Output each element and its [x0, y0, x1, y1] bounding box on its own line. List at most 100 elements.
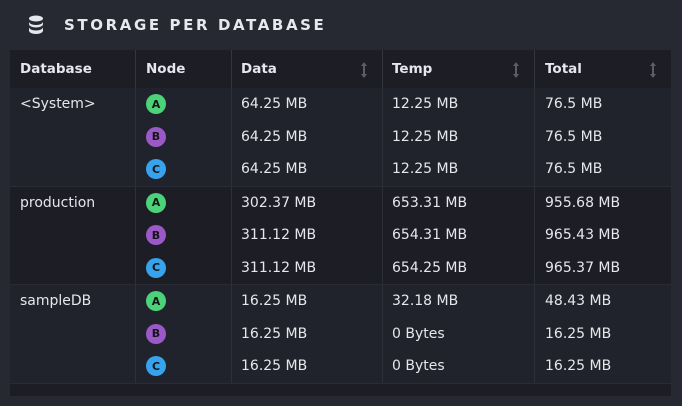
temp-cell-text: 654.31 MB: [392, 227, 468, 244]
data-cell-text: 302.37 MB: [241, 194, 317, 211]
data-cell: 64.25 MB: [231, 153, 382, 186]
total-cell: 76.5 MB: [534, 153, 671, 186]
data-cell-text: 16.25 MB: [241, 293, 308, 310]
table-row[interactable]: B 311.12 MB 654.31 MB 965.43 MB: [10, 219, 671, 252]
table-header: Database Node Data Temp Total: [10, 50, 671, 88]
data-cell: 311.12 MB: [231, 219, 382, 252]
column-header-node[interactable]: Node: [135, 50, 231, 88]
node-badge-a: A: [146, 94, 166, 115]
node-badge-c: C: [146, 356, 166, 377]
column-header-temp[interactable]: Temp: [382, 50, 534, 88]
data-cell-text: 64.25 MB: [241, 96, 308, 113]
database-cell-text: sampleDB: [20, 293, 92, 310]
temp-cell: 32.18 MB: [382, 285, 534, 318]
node-cell: B: [135, 317, 231, 350]
temp-cell-text: 12.25 MB: [392, 128, 459, 145]
node-cell: B: [135, 120, 231, 153]
temp-cell: 653.31 MB: [382, 186, 534, 219]
total-cell-text: 955.68 MB: [545, 194, 621, 211]
sort-icon[interactable]: [512, 61, 520, 79]
database-cell: sampleDB: [10, 285, 135, 318]
total-cell-text: 965.37 MB: [545, 259, 621, 276]
column-header-data[interactable]: Data: [231, 50, 382, 88]
database-cell-text: <System>: [20, 96, 96, 113]
temp-cell-text: 654.25 MB: [392, 259, 468, 276]
database-cell: [10, 153, 135, 186]
sort-icon[interactable]: [649, 61, 657, 79]
temp-cell: 12.25 MB: [382, 88, 534, 121]
node-badge-b: B: [146, 225, 166, 246]
node-badge-b: B: [146, 126, 166, 147]
data-cell: 16.25 MB: [231, 285, 382, 318]
data-cell-text: 16.25 MB: [241, 358, 308, 375]
total-cell-text: 76.5 MB: [545, 161, 603, 178]
node-badge-c: C: [146, 159, 166, 180]
node-cell: C: [135, 153, 231, 186]
data-cell-text: 311.12 MB: [241, 259, 317, 276]
total-cell: 16.25 MB: [534, 350, 671, 383]
column-header-total-label: Total: [545, 61, 582, 77]
database-cell: production: [10, 187, 135, 220]
total-cell: 76.5 MB: [534, 88, 671, 121]
database-cell: [10, 219, 135, 252]
temp-cell: 0 Bytes: [382, 350, 534, 383]
database-cell: [10, 252, 135, 285]
total-cell: 965.43 MB: [534, 219, 671, 252]
temp-cell-text: 12.25 MB: [392, 96, 459, 113]
node-cell: A: [135, 88, 231, 121]
table-row[interactable]: C 311.12 MB 654.25 MB 965.37 MB: [10, 251, 671, 285]
node-badge-a: A: [146, 192, 166, 213]
total-cell-text: 16.25 MB: [545, 358, 612, 375]
table-row[interactable]: C 16.25 MB 0 Bytes 16.25 MB: [10, 350, 671, 384]
temp-cell: 12.25 MB: [382, 153, 534, 186]
table-row[interactable]: B 16.25 MB 0 Bytes 16.25 MB: [10, 317, 671, 351]
node-badge-c: C: [146, 257, 166, 278]
column-header-data-label: Data: [241, 61, 277, 77]
temp-cell: 12.25 MB: [382, 120, 534, 153]
node-cell: C: [135, 251, 231, 284]
data-cell: 16.25 MB: [231, 350, 382, 383]
temp-cell: 654.31 MB: [382, 219, 534, 252]
table-row[interactable]: B 64.25 MB 12.25 MB 76.5 MB: [10, 120, 671, 153]
sort-icon[interactable]: [360, 61, 368, 79]
storage-panel: STORAGE PER DATABASE Database Node Data …: [0, 0, 682, 406]
database-icon: [28, 15, 44, 35]
data-cell: 16.25 MB: [231, 317, 382, 350]
node-badge-a: A: [146, 291, 166, 312]
temp-cell-text: 12.25 MB: [392, 161, 459, 178]
total-cell: 955.68 MB: [534, 186, 671, 219]
database-cell: <System>: [10, 88, 135, 121]
total-cell: 48.43 MB: [534, 285, 671, 318]
temp-cell: 0 Bytes: [382, 317, 534, 350]
total-cell-text: 16.25 MB: [545, 325, 612, 342]
column-header-temp-label: Temp: [392, 61, 433, 77]
data-cell-text: 64.25 MB: [241, 161, 308, 178]
temp-cell-text: 32.18 MB: [392, 293, 459, 310]
table-body: <System> A 64.25 MB 12.25 MB 76.5 MB B 64.25 M…: [10, 88, 671, 384]
table-row[interactable]: sampleDB A 16.25 MB 32.18 MB 48.43 MB: [10, 285, 671, 318]
total-cell: 16.25 MB: [534, 317, 671, 350]
data-cell: 311.12 MB: [231, 251, 382, 284]
total-cell-text: 965.43 MB: [545, 227, 621, 244]
temp-cell-text: 0 Bytes: [392, 325, 445, 342]
data-cell-text: 16.25 MB: [241, 325, 308, 342]
node-cell: A: [135, 186, 231, 219]
column-header-database[interactable]: Database: [10, 50, 135, 88]
data-cell: 302.37 MB: [231, 186, 382, 219]
panel-header: STORAGE PER DATABASE: [0, 0, 682, 50]
storage-table: Database Node Data Temp Total <System> A…: [10, 50, 671, 396]
table-row[interactable]: production A 302.37 MB 653.31 MB 955.68 MB: [10, 186, 671, 220]
node-cell: B: [135, 219, 231, 252]
table-row[interactable]: C 64.25 MB 12.25 MB 76.5 MB: [10, 153, 671, 187]
temp-cell: 654.25 MB: [382, 251, 534, 284]
data-cell-text: 311.12 MB: [241, 227, 317, 244]
database-cell-text: production: [20, 194, 96, 211]
table-row[interactable]: <System> A 64.25 MB 12.25 MB 76.5 MB: [10, 88, 671, 121]
column-header-total[interactable]: Total: [534, 50, 671, 88]
temp-cell-text: 0 Bytes: [392, 358, 445, 375]
total-cell-text: 76.5 MB: [545, 96, 603, 113]
data-cell-text: 64.25 MB: [241, 128, 308, 145]
database-cell: [10, 318, 135, 351]
node-cell: C: [135, 350, 231, 383]
total-cell-text: 76.5 MB: [545, 128, 603, 145]
